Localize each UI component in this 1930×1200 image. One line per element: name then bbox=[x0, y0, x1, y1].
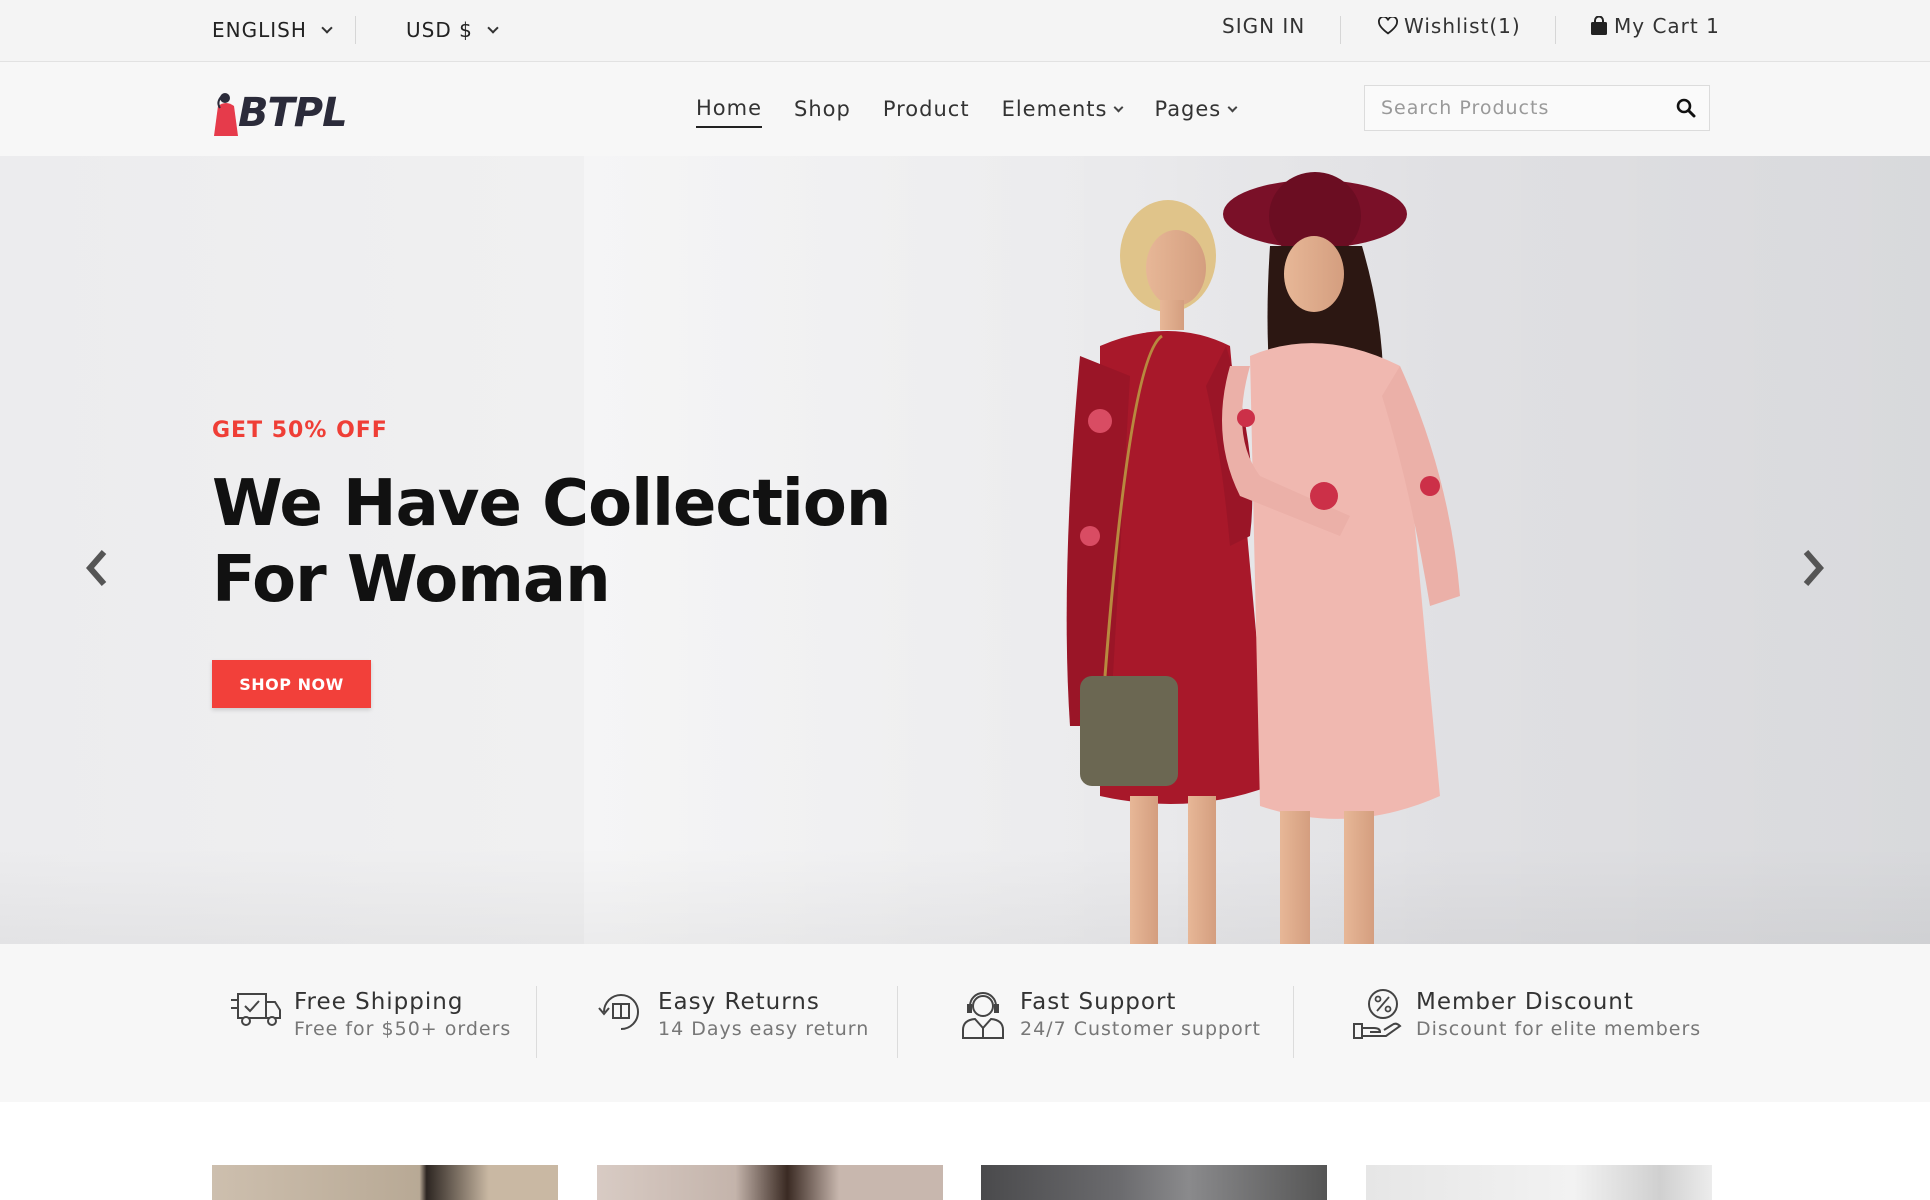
currency-select[interactable]: USD $ bbox=[406, 18, 499, 42]
headline-line: For Woman bbox=[212, 543, 611, 617]
nav-item-home[interactable]: Home bbox=[696, 96, 763, 128]
nav-item-elements[interactable]: Elements bbox=[1001, 96, 1124, 128]
chevron-right-icon bbox=[1803, 550, 1824, 586]
sign-in-link[interactable]: SIGN IN bbox=[1222, 14, 1305, 38]
shop-now-button[interactable]: SHOP NOW bbox=[212, 660, 371, 708]
top-bar: ENGLISH USD $ SIGN IN Wishlist(1) My Car… bbox=[0, 0, 1930, 62]
cart-label: My Cart 1 bbox=[1614, 14, 1720, 38]
feature-fast-support: Fast Support 24/7 Customer support bbox=[958, 988, 1261, 1042]
category-card-image[interactable] bbox=[212, 1165, 558, 1200]
divider bbox=[897, 986, 898, 1058]
hero-headline: We Have Collection For Woman bbox=[212, 466, 972, 618]
cart-link[interactable]: My Cart 1 bbox=[1590, 14, 1720, 38]
logo-mark-icon bbox=[212, 90, 238, 136]
prev-slide-button[interactable] bbox=[76, 548, 116, 588]
divider bbox=[536, 986, 537, 1058]
divider bbox=[355, 16, 356, 44]
divider bbox=[1340, 16, 1341, 44]
wishlist-link[interactable]: Wishlist(1) bbox=[1378, 14, 1521, 38]
feature-member-discount: Member Discount Discount for elite membe… bbox=[1352, 988, 1701, 1042]
category-card-image[interactable] bbox=[597, 1165, 943, 1200]
features-bar: Free Shipping Free for $50+ orders Easy … bbox=[0, 944, 1930, 1102]
feature-subtitle: 24/7 Customer support bbox=[1020, 1018, 1261, 1040]
category-card-image[interactable] bbox=[981, 1165, 1327, 1200]
truck-icon bbox=[231, 993, 281, 1026]
nav-item-shop[interactable]: Shop bbox=[794, 96, 851, 128]
search-box bbox=[1364, 85, 1710, 131]
feature-easy-returns: Easy Returns 14 Days easy return bbox=[596, 988, 869, 1042]
next-slide-button[interactable] bbox=[1794, 548, 1834, 588]
feature-title: Easy Returns bbox=[658, 989, 820, 1015]
hero-slider: GET 50% OFF We Have Collection For Woman… bbox=[0, 156, 1930, 944]
feature-title: Member Discount bbox=[1416, 989, 1634, 1015]
nav-label: Home bbox=[696, 96, 763, 120]
chevron-down-icon bbox=[1227, 102, 1238, 112]
logo-text: BTPL bbox=[238, 90, 348, 136]
promo-kicker: GET 50% OFF bbox=[212, 418, 388, 443]
search-icon bbox=[1676, 98, 1696, 118]
divider bbox=[1293, 986, 1294, 1058]
category-grid bbox=[0, 1102, 1930, 1200]
feature-subtitle: Free for $50+ orders bbox=[294, 1018, 512, 1040]
chevron-left-icon bbox=[86, 550, 107, 586]
nav-label: Shop bbox=[794, 97, 851, 121]
support-agent-icon bbox=[962, 992, 1004, 1039]
sign-in-label: SIGN IN bbox=[1222, 14, 1306, 38]
search-button[interactable] bbox=[1663, 86, 1709, 130]
return-box-icon bbox=[598, 994, 639, 1030]
main-header: BTPL Home Shop Product Elements Pages bbox=[0, 62, 1930, 156]
feature-title: Free Shipping bbox=[294, 989, 464, 1015]
nav-label: Elements bbox=[1001, 97, 1108, 121]
nav-label: Product bbox=[882, 97, 970, 121]
headline-line: We Have Collection bbox=[212, 467, 891, 541]
shopping-bag-icon bbox=[1591, 16, 1607, 35]
nav-label: Pages bbox=[1154, 97, 1222, 121]
search-input[interactable] bbox=[1365, 86, 1663, 130]
language-value: ENGLISH bbox=[212, 18, 307, 42]
main-nav: Home Shop Product Elements Pages bbox=[696, 96, 1238, 128]
nav-item-pages[interactable]: Pages bbox=[1154, 96, 1238, 128]
chevron-down-icon bbox=[1114, 102, 1124, 112]
heart-icon bbox=[1378, 17, 1398, 35]
feature-free-shipping: Free Shipping Free for $50+ orders bbox=[230, 988, 511, 1042]
feature-subtitle: Discount for elite members bbox=[1416, 1018, 1702, 1040]
feature-subtitle: 14 Days easy return bbox=[658, 1018, 870, 1040]
chevron-down-icon bbox=[321, 22, 333, 34]
hero-models-image bbox=[1066, 172, 1460, 944]
logo[interactable]: BTPL bbox=[212, 82, 348, 136]
chevron-down-icon bbox=[487, 22, 499, 34]
nav-item-product[interactable]: Product bbox=[883, 96, 970, 128]
language-select[interactable]: ENGLISH bbox=[212, 18, 333, 42]
feature-title: Fast Support bbox=[1020, 989, 1177, 1015]
discount-hand-icon bbox=[1353, 989, 1402, 1039]
divider bbox=[1555, 16, 1556, 44]
wishlist-label: Wishlist(1) bbox=[1404, 14, 1521, 38]
currency-value: USD $ bbox=[406, 18, 473, 42]
category-card-image[interactable] bbox=[1366, 1165, 1712, 1200]
